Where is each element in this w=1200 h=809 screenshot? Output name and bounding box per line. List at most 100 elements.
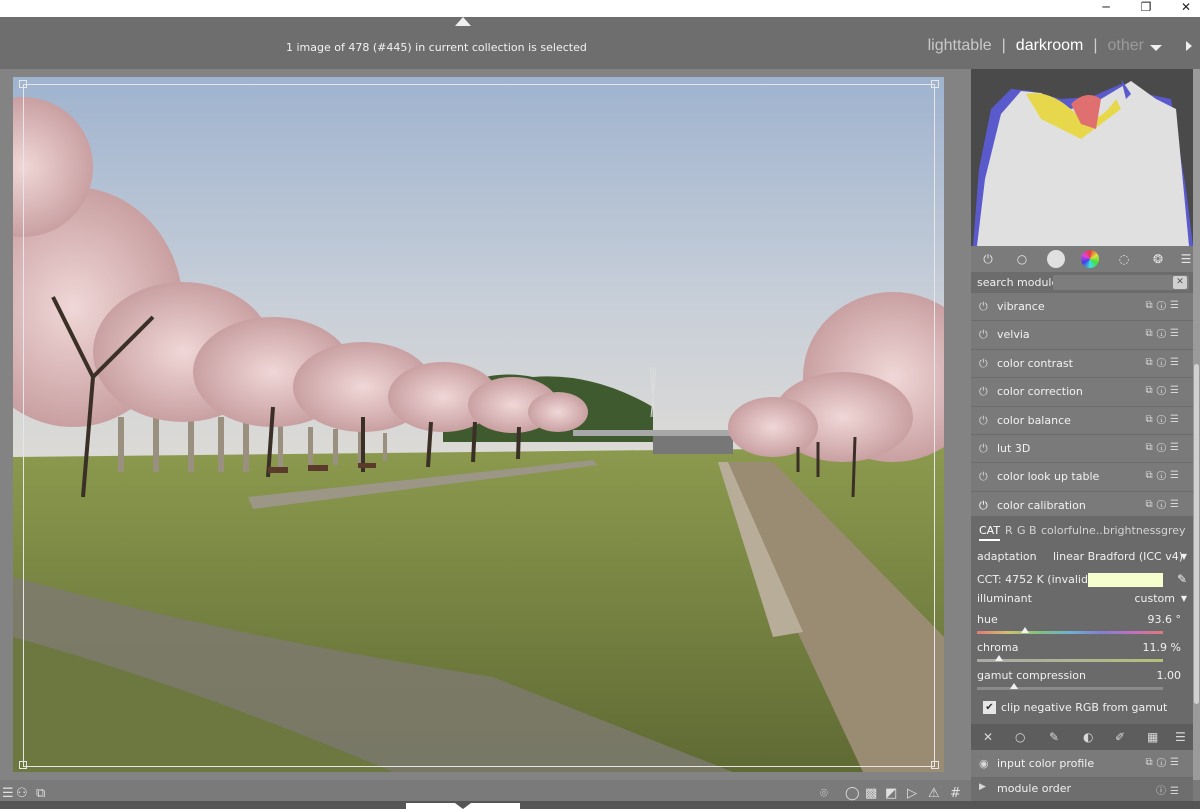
view-other[interactable]: other [1108, 37, 1144, 54]
hue-slider[interactable] [977, 627, 1163, 634]
illuminant-row[interactable]: illuminant custom ▼ [977, 592, 1187, 605]
effect-icon[interactable]: ❂ [1149, 250, 1167, 268]
styles-icon[interactable]: ⚇ [16, 786, 28, 801]
maximize-button[interactable]: ❐ [1134, 0, 1158, 17]
search-module-label: search module [977, 276, 1059, 289]
softproof-icon[interactable]: ▩ [865, 786, 877, 801]
module-actions-icons[interactable]: ⧉ⓘ☰ [1146, 442, 1183, 453]
module-power-icon[interactable]: ◉ [979, 757, 989, 770]
circle-icon[interactable]: ○ [1013, 250, 1031, 268]
tab-cat[interactable]: CAT [979, 524, 1001, 541]
guides-icon[interactable]: # [950, 786, 961, 801]
raw-overexposed-icon[interactable]: ▷ [907, 786, 917, 801]
collapse-right-panel-icon[interactable] [1186, 41, 1192, 51]
gamut-check-icon[interactable]: ◩ [885, 786, 897, 801]
right-panel: ⏻ ○ ◌ ❂ ☰ search module ✕ ⏻ vibrance ⧉ⓘ☰… [971, 69, 1200, 780]
module-input-color-profile[interactable]: ◉ input color profile ⧉ⓘ☰ [971, 750, 1193, 779]
cct-row: CCT: 4752 K (invalid) ✎ [977, 572, 1187, 587]
right-panel-scrollbar[interactable] [1193, 69, 1200, 780]
gamut-slider-marker[interactable] [1010, 683, 1019, 689]
module-actions-icons[interactable]: ⧉ⓘ☰ [1146, 757, 1183, 768]
close-button[interactable]: ✕ [1174, 0, 1198, 17]
expand-arrow-icon[interactable]: ▶ [979, 782, 986, 792]
tab-brightness[interactable]: brightness [1103, 524, 1161, 537]
module-order-row[interactable]: ▶ module order ⓘ☰ [971, 778, 1193, 801]
module-vibrance[interactable]: ⏻ vibrance ⧉ⓘ☰ [971, 293, 1193, 322]
illuminant-value: custom [1134, 592, 1175, 605]
module-power-icon[interactable]: ⏻ [979, 300, 988, 314]
module-power-icon[interactable]: ⏻ [979, 385, 988, 399]
blend-off-icon[interactable]: ✕ [983, 730, 993, 744]
illuminant-color-swatch[interactable] [1088, 573, 1163, 587]
tab-colorfulness[interactable]: colorfulne... [1041, 524, 1106, 537]
module-actions-icons[interactable]: ⓘ☰ [1156, 782, 1183, 797]
tab-g[interactable]: G [1017, 524, 1026, 537]
color-picker-icon[interactable]: ✎ [1177, 572, 1187, 586]
drawn-parametric-mask-icon[interactable]: ✐ [1115, 730, 1125, 744]
chroma-slider[interactable] [977, 655, 1163, 662]
module-actions-icons[interactable]: ⧉ⓘ☰ [1146, 300, 1183, 311]
illuminant-label: illuminant [977, 592, 1032, 605]
hue-slider-marker[interactable] [1021, 627, 1030, 633]
focus-peaking-icon[interactable]: ⌾ [820, 786, 828, 801]
collapse-top-panel-icon[interactable] [455, 17, 471, 26]
parametric-mask-icon[interactable]: ◐ [1083, 730, 1093, 744]
tab-b[interactable]: B [1029, 524, 1037, 537]
correct-icon[interactable]: ◌ [1115, 250, 1133, 268]
module-actions-icons[interactable]: ⧉ⓘ☰ [1146, 328, 1183, 339]
tab-r[interactable]: R [1005, 524, 1013, 537]
module-power-icon[interactable]: ⏻ [979, 470, 988, 484]
crop-handle-bottom-right[interactable] [931, 761, 939, 769]
second-window-icon[interactable]: ⧉ [36, 786, 45, 801]
histogram[interactable] [971, 69, 1193, 246]
photo-preview[interactable] [13, 77, 944, 772]
module-color-balance[interactable]: ⏻ color balance ⧉ⓘ☰ [971, 406, 1193, 435]
minimize-button[interactable]: ─ [1094, 0, 1118, 17]
blend-uniform-icon[interactable]: ○ [1015, 730, 1025, 744]
collapse-bottom-panel-icon[interactable] [455, 803, 471, 809]
clear-search-icon[interactable]: ✕ [1173, 276, 1187, 289]
module-color-look-up-table[interactable]: ⏻ color look up table ⧉ⓘ☰ [971, 463, 1193, 492]
menu-icon[interactable]: ☰ [1175, 730, 1186, 744]
module-color-correction[interactable]: ⏻ color correction ⧉ⓘ☰ [971, 378, 1193, 407]
gamut-row: gamut compression 1.00 [977, 669, 1187, 682]
crop-handle-bottom-left[interactable] [19, 761, 27, 769]
tab-grey[interactable]: grey [1161, 524, 1186, 537]
module-actions-icons[interactable]: ⧉ⓘ☰ [1146, 414, 1183, 425]
view-lighttable[interactable]: lighttable [928, 37, 992, 54]
clip-negative-label: clip negative RGB from gamut [1001, 701, 1168, 714]
module-actions-icons[interactable]: ⧉ⓘ☰ [1146, 470, 1183, 481]
module-actions-icons[interactable]: ⧉ⓘ☰ [1146, 385, 1183, 396]
adaptation-row[interactable]: adaptation linear Bradford (ICC v4) ▼ [977, 550, 1187, 563]
views-dropdown-icon[interactable] [1150, 45, 1162, 51]
module-power-icon[interactable]: ⏻ [979, 328, 988, 342]
module-power-icon[interactable]: ⏻ [979, 357, 988, 371]
module-velvia[interactable]: ⏻ velvia ⧉ⓘ☰ [971, 321, 1193, 350]
crop-handle-top-left[interactable] [19, 80, 27, 88]
menu-icon[interactable]: ☰ [2, 786, 14, 801]
crop-handle-top-right[interactable] [931, 80, 939, 88]
power-icon[interactable]: ⏻ [979, 250, 997, 268]
clip-negative-checkbox[interactable]: ✔ [983, 701, 996, 714]
gamut-slider[interactable] [977, 683, 1163, 690]
module-actions-icons[interactable]: ⧉ⓘ☰ [1146, 357, 1183, 368]
color-assessment-icon[interactable]: ◯ [845, 786, 860, 801]
module-actions-icons[interactable]: ⧉ⓘ☰ [1146, 499, 1183, 510]
module-power-icon[interactable]: ⏻ [979, 442, 988, 456]
solid-circle-icon[interactable] [1047, 250, 1065, 268]
module-lut-3d[interactable]: ⏻ lut 3D ⧉ⓘ☰ [971, 434, 1193, 464]
top-header: 1 image of 478 (#445) in current collect… [0, 17, 1200, 69]
clipping-indicator-icon[interactable]: ⚠ [928, 786, 940, 801]
raster-mask-icon[interactable]: ▦ [1147, 730, 1158, 744]
color-wheel-icon[interactable] [1081, 250, 1099, 268]
view-darkroom[interactable]: darkroom [1016, 37, 1084, 54]
image-canvas[interactable] [0, 69, 971, 780]
module-power-icon[interactable]: ⏻ [979, 414, 988, 428]
drawn-mask-icon[interactable]: ✎ [1049, 730, 1059, 744]
module-power-icon[interactable]: ⏻ [979, 499, 988, 513]
scrollbar-thumb[interactable] [1194, 364, 1199, 704]
chroma-slider-marker[interactable] [995, 655, 1004, 661]
module-color-contrast[interactable]: ⏻ color contrast ⧉ⓘ☰ [971, 349, 1193, 379]
crop-frame[interactable] [23, 84, 935, 767]
search-module-input[interactable] [1053, 275, 1189, 290]
